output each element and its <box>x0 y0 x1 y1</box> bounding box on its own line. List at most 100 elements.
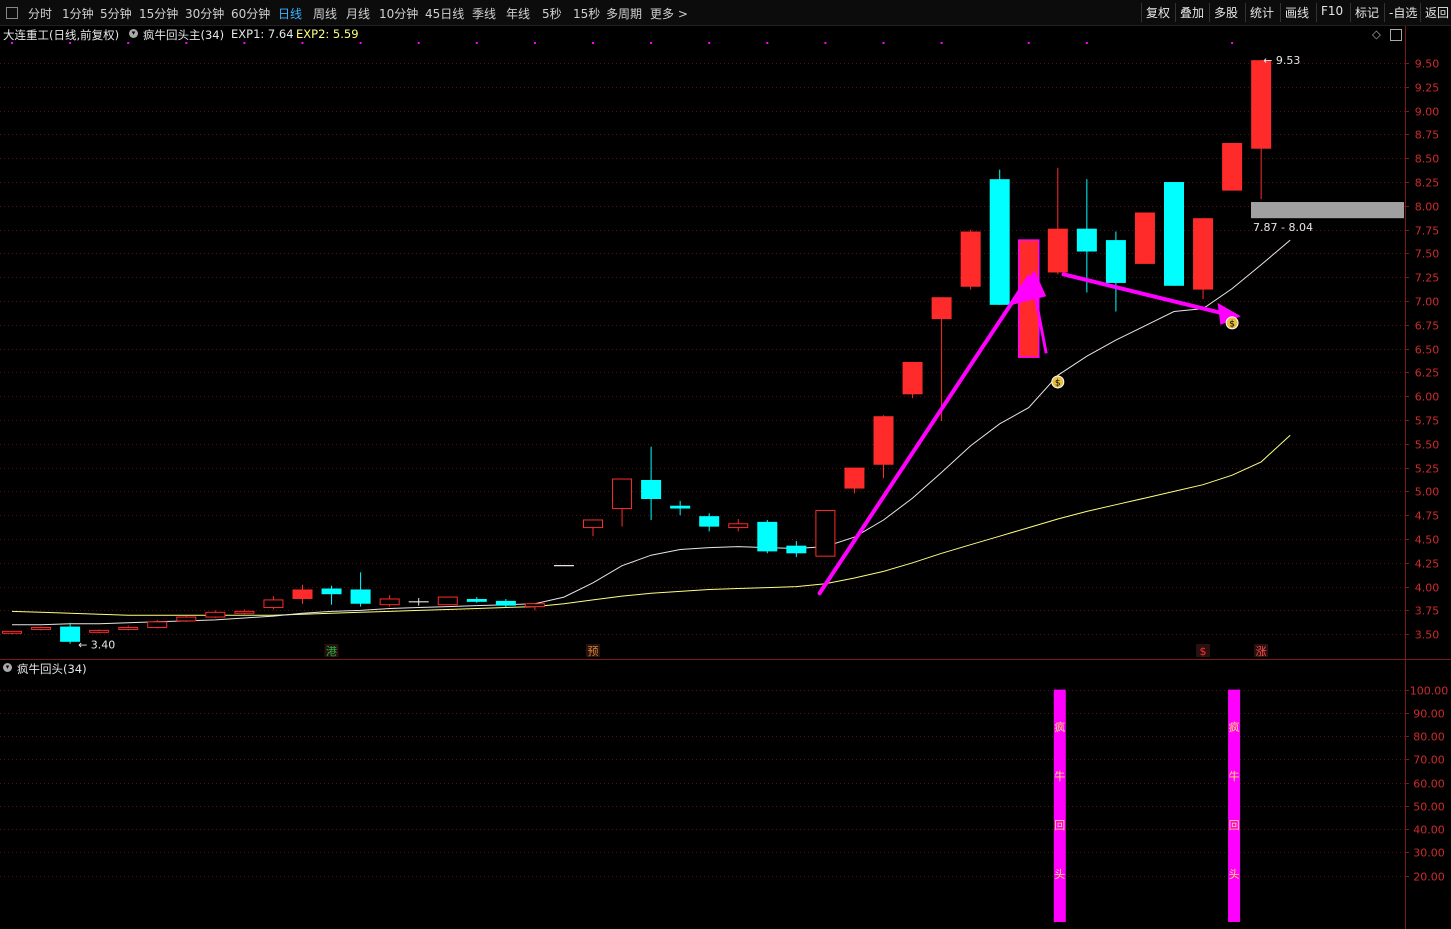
toolbar-separator <box>1141 3 1142 22</box>
price-tick-label: 8.50 <box>1415 153 1440 166</box>
tab-4[interactable]: 30分钟 <box>185 5 224 22</box>
price-tick-label: 6.50 <box>1415 344 1440 357</box>
candle-body <box>728 523 749 529</box>
money-bag-symbol: $ <box>1055 378 1061 388</box>
toolbar-button-4[interactable]: 画线 <box>1285 4 1309 21</box>
toolbar-button-0[interactable]: 复权 <box>1146 4 1170 21</box>
toolbar-separator <box>1316 3 1317 22</box>
toolbar-button-5[interactable]: F10 <box>1321 4 1343 18</box>
candle-body <box>1047 228 1068 273</box>
tab-3[interactable]: 15分钟 <box>139 5 178 22</box>
signal-highlight-box <box>1018 239 1040 358</box>
candle-body <box>31 627 52 630</box>
bottom-marker: 预 <box>588 645 599 658</box>
indicator-name[interactable]: 疯牛回头主(34) <box>143 27 224 43</box>
tab-15[interactable]: 多周期 <box>606 5 642 22</box>
bottom-marker-bg <box>324 644 339 657</box>
candle-body <box>205 611 226 618</box>
indicator-dropdown-icon[interactable]: ▾ <box>129 29 138 38</box>
signal-bar-char: 疯 <box>1054 720 1065 734</box>
tab-9[interactable]: 10分钟 <box>379 5 418 22</box>
candle-body <box>583 519 603 529</box>
candle-body <box>641 479 662 500</box>
tab-12[interactable]: 年线 <box>506 5 530 22</box>
stock-title: 大连重工(日线,前复权) <box>3 28 120 42</box>
tab-11[interactable]: 季线 <box>472 5 496 22</box>
price-tick-label: 5.50 <box>1415 439 1440 452</box>
price-tick-label: 7.00 <box>1415 296 1440 309</box>
price-tick-label: 8.75 <box>1415 129 1440 142</box>
toolbar-button-2[interactable]: 多股 <box>1214 4 1238 21</box>
tab-5[interactable]: 60分钟 <box>231 5 270 22</box>
tab-14[interactable]: 15秒 <box>573 5 600 22</box>
signal-bar-char: 回 <box>1054 819 1065 832</box>
toolbar-separator <box>1384 3 1385 22</box>
candle-body <box>350 589 371 604</box>
toolbar-button-6[interactable]: 标记 <box>1355 4 1379 21</box>
sub-indicator-name[interactable]: 疯牛回头(34) <box>17 661 87 677</box>
signal-bar-char: 头 <box>1229 868 1240 881</box>
sub-tick-label: 90.00 <box>1413 708 1445 721</box>
tab-16[interactable]: 更多 > <box>650 5 688 22</box>
tab-6[interactable]: 日线 <box>278 5 302 22</box>
toolbar-separator <box>1209 3 1210 22</box>
toolbar-separator <box>1175 3 1176 22</box>
tab-10[interactable]: 45日线 <box>425 5 464 22</box>
tab-2[interactable]: 5分钟 <box>100 5 132 22</box>
signal-bar-char: 牛 <box>1054 769 1065 783</box>
period-toolbar: 分时 1分钟 5分钟 15分钟 30分钟 60分钟 日线 周线 月线 10分钟 45日线 季线 年线 5秒… <box>0 0 1451 26</box>
candle-body <box>757 521 778 552</box>
toolbar-button-8[interactable]: 返回 <box>1425 4 1449 21</box>
price-tick-label: 3.75 <box>1415 605 1440 618</box>
panel-toggle-icon[interactable] <box>1390 29 1402 41</box>
candle-body <box>147 621 168 629</box>
tab-8[interactable]: 月线 <box>346 5 370 22</box>
bottom-marker-bg <box>586 644 600 657</box>
exp2-value: EXP2: 5.59 <box>296 27 359 41</box>
signal-arrowhead-1 <box>1008 270 1047 306</box>
candle-body <box>176 616 197 622</box>
kline-chart[interactable]: 9.50 9.25 9.00 8.75 8.50 8.25 8.00 7.75 7.50 7.25… <box>0 0 1451 929</box>
candle-body <box>2 630 22 634</box>
signal-bar <box>1053 689 1066 922</box>
price-tick-label: 8.25 <box>1415 177 1440 190</box>
candle-body <box>902 361 923 395</box>
price-tick-label: 7.25 <box>1415 272 1440 285</box>
price-tick-label: 7.50 <box>1415 248 1440 261</box>
zone-label: 7.87 - 8.04 <box>1253 221 1313 234</box>
toolbar-separator <box>1420 3 1421 22</box>
main-chart-header: 大连重工(日线,前复权) ▾ 疯牛回头主(34) EXP1: 7.64 EXP2… <box>0 26 1405 44</box>
candle-body <box>786 545 807 554</box>
tab-13[interactable]: 5秒 <box>542 5 562 22</box>
ma-white-line <box>12 239 1291 626</box>
toolbar-button-3[interactable]: 统计 <box>1250 4 1274 21</box>
bottom-marker-bg <box>1196 644 1211 657</box>
price-zone-band <box>1251 202 1404 219</box>
signal-bar-char: 头 <box>1054 868 1065 881</box>
exp1-value: EXP1: 7.64 <box>231 27 294 41</box>
sub-indicator-dropdown-icon[interactable]: ▾ <box>3 663 12 672</box>
price-tick-label: 7.75 <box>1415 225 1440 238</box>
candle-body <box>466 598 487 602</box>
candle-body <box>524 603 545 608</box>
candle-body <box>437 596 458 606</box>
candle-body <box>1164 182 1184 286</box>
tab-1[interactable]: 1分钟 <box>62 5 94 22</box>
sub-tick-label: 60.00 <box>1413 778 1445 791</box>
toolbar-separator <box>1245 3 1246 22</box>
candle-body <box>118 627 139 630</box>
price-tick-label: 9.25 <box>1415 82 1440 95</box>
candle-body <box>1018 240 1039 358</box>
toolbar-toggle-icon[interactable] <box>6 7 18 19</box>
sub-tick-label: 30.00 <box>1413 847 1445 860</box>
tab-0[interactable]: 分时 <box>28 5 52 22</box>
toolbar-button-1[interactable]: 叠加 <box>1180 4 1204 21</box>
candle-body <box>931 297 952 320</box>
toolbar-button-7[interactable]: -自选 <box>1389 4 1417 21</box>
money-bag-icon <box>1225 316 1239 330</box>
diamond-icon[interactable]: ◇ <box>1372 27 1381 41</box>
bottom-marker: 港 <box>326 645 337 658</box>
tab-7[interactable]: 周线 <box>313 5 337 22</box>
signal-bar-char: 回 <box>1229 819 1240 832</box>
signal-arrow-2 <box>1061 272 1226 316</box>
